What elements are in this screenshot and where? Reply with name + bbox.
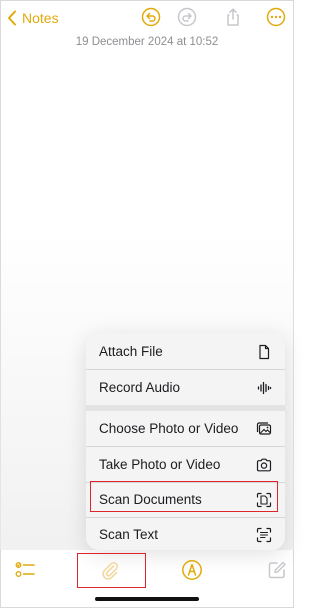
menu-item-label: Scan Documents	[99, 492, 202, 507]
markup-button[interactable]	[180, 558, 204, 582]
compose-button[interactable]	[265, 558, 289, 582]
photo-library-icon	[256, 421, 272, 437]
menu-item-label: Choose Photo or Video	[99, 421, 239, 436]
attachment-menu: Attach File Record Audio Choose Photo or…	[86, 333, 285, 550]
undo-button[interactable]	[141, 7, 161, 27]
compose-icon	[268, 561, 286, 579]
menu-item-scan-documents[interactable]: Scan Documents	[86, 482, 285, 517]
text-scan-icon	[256, 527, 272, 543]
redo-button[interactable]	[177, 7, 197, 27]
chevron-left-icon	[8, 10, 16, 26]
document-icon	[256, 344, 272, 360]
home-indicator	[95, 597, 199, 601]
top-nav-bar: Notes	[0, 0, 294, 34]
redo-icon	[177, 7, 197, 27]
more-options-button[interactable]	[266, 7, 286, 27]
menu-item-label: Record Audio	[99, 380, 181, 395]
undo-icon	[141, 7, 161, 27]
checklist-icon	[15, 562, 35, 577]
menu-item-label: Attach File	[99, 344, 163, 359]
menu-item-label: Scan Text	[99, 527, 159, 542]
menu-item-record-audio[interactable]: Record Audio	[86, 370, 285, 405]
doc-scanner-icon	[256, 492, 272, 508]
menu-item-scan-text[interactable]: Scan Text	[86, 517, 285, 550]
note-timestamp: 19 December 2024 at 10:52	[75, 36, 219, 48]
waveform-icon	[256, 380, 272, 396]
ellipsis-circle-icon	[266, 7, 286, 27]
checklist-button[interactable]	[13, 558, 37, 582]
paperclip-icon	[102, 561, 119, 580]
menu-item-attach-file[interactable]: Attach File	[86, 334, 285, 369]
markup-pen-icon	[182, 560, 202, 580]
menu-item-label: Take Photo or Video	[99, 457, 221, 472]
back-label: Notes	[22, 10, 59, 26]
share-button[interactable]	[223, 7, 243, 27]
menu-item-choose-photo[interactable]: Choose Photo or Video	[86, 411, 285, 446]
share-icon	[227, 8, 239, 26]
camera-icon	[256, 457, 272, 473]
attachment-button[interactable]	[98, 558, 122, 582]
menu-item-take-photo[interactable]: Take Photo or Video	[86, 447, 285, 482]
back-to-notes-button[interactable]: Notes	[6, 8, 59, 28]
